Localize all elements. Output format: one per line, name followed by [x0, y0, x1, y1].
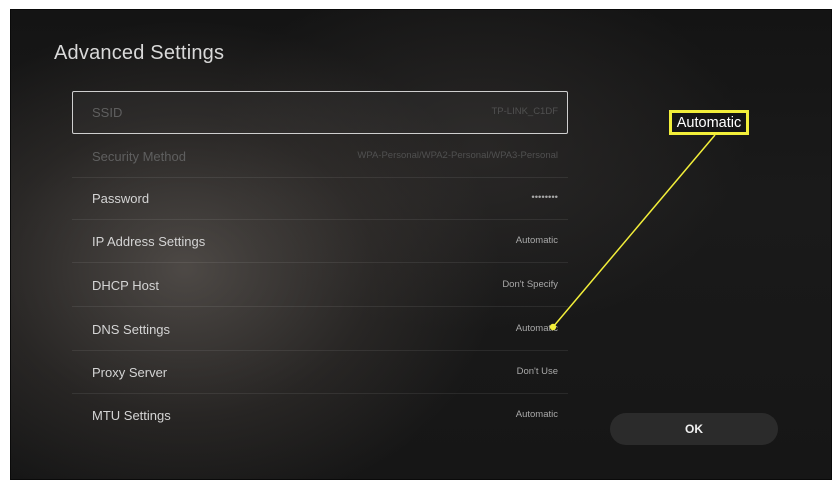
setting-row-ssid[interactable]: SSID TP-LINK_C1DF [72, 91, 568, 134]
setting-value: TP-LINK_C1DF [491, 106, 558, 117]
setting-value: WPA-Personal/WPA2-Personal/WPA3-Personal [357, 150, 558, 161]
setting-label: Proxy Server [92, 365, 168, 380]
setting-label: DHCP Host [92, 278, 159, 293]
setting-value: •••••••• [531, 192, 558, 203]
setting-row-ip-address-settings[interactable]: IP Address Settings Automatic [72, 220, 568, 263]
setting-row-mtu-settings[interactable]: MTU Settings Automatic [72, 394, 568, 437]
setting-row-security-method: Security Method WPA-Personal/WPA2-Person… [72, 135, 568, 178]
setting-value: Automatic [515, 323, 558, 334]
ps5-advanced-settings-screen: Advanced Settings SSID TP-LINK_C1DF Secu… [10, 9, 832, 480]
setting-label: MTU Settings [92, 408, 171, 423]
setting-label: Security Method [92, 149, 186, 164]
leader-line [552, 134, 716, 328]
setting-value: Automatic [515, 235, 558, 246]
ok-button[interactable]: OK [610, 413, 778, 445]
setting-row-proxy-server[interactable]: Proxy Server Don't Use [72, 351, 568, 394]
setting-row-dns-settings[interactable]: DNS Settings Automatic [72, 308, 568, 351]
page-title: Advanced Settings [54, 42, 225, 64]
setting-row-password[interactable]: Password •••••••• [72, 177, 568, 220]
setting-value: Don't Use [516, 366, 558, 377]
annotation-callout: Automatic [669, 110, 749, 135]
setting-label: SSID [92, 105, 123, 120]
setting-value: Automatic [515, 409, 558, 420]
setting-label: Password [92, 191, 150, 206]
setting-value: Don't Specify [502, 279, 558, 290]
setting-label: IP Address Settings [92, 234, 206, 249]
setting-label: DNS Settings [92, 322, 171, 337]
setting-row-dhcp-host[interactable]: DHCP Host Don't Specify [72, 264, 568, 307]
